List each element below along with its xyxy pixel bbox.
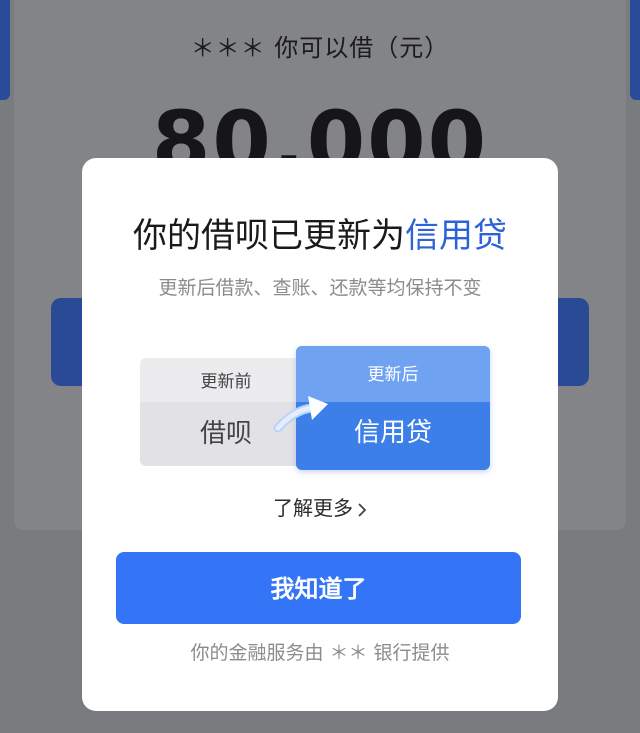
learn-more-link[interactable]: 了解更多 (82, 492, 558, 521)
curved-arrow-icon (273, 396, 328, 433)
got-it-button[interactable]: 我知道了 (116, 552, 521, 624)
update-notice-dialog: 你的借呗已更新为信用贷 更新后借款、查账、还款等均保持不变 更新前 借呗 更新后… (82, 158, 558, 711)
limit-label: ＊＊＊ 你可以借（元） (190, 34, 450, 62)
dialog-title: 你的借呗已更新为信用贷 (82, 216, 558, 256)
service-provider-note: 你的金融服务由 ＊＊ 银行提供 (190, 642, 450, 664)
dialog-title-highlight: 信用贷 (405, 216, 507, 256)
learn-more-label: 了解更多 (273, 496, 353, 520)
dialog-title-prefix: 你的借呗已更新为 (133, 216, 405, 256)
dialog-subtitle: 更新后借款、查账、还款等均保持不变 (158, 277, 482, 299)
chevron-right-icon (358, 502, 367, 517)
rename-illustration: 更新前 借呗 更新后 信用贷 (140, 346, 492, 472)
